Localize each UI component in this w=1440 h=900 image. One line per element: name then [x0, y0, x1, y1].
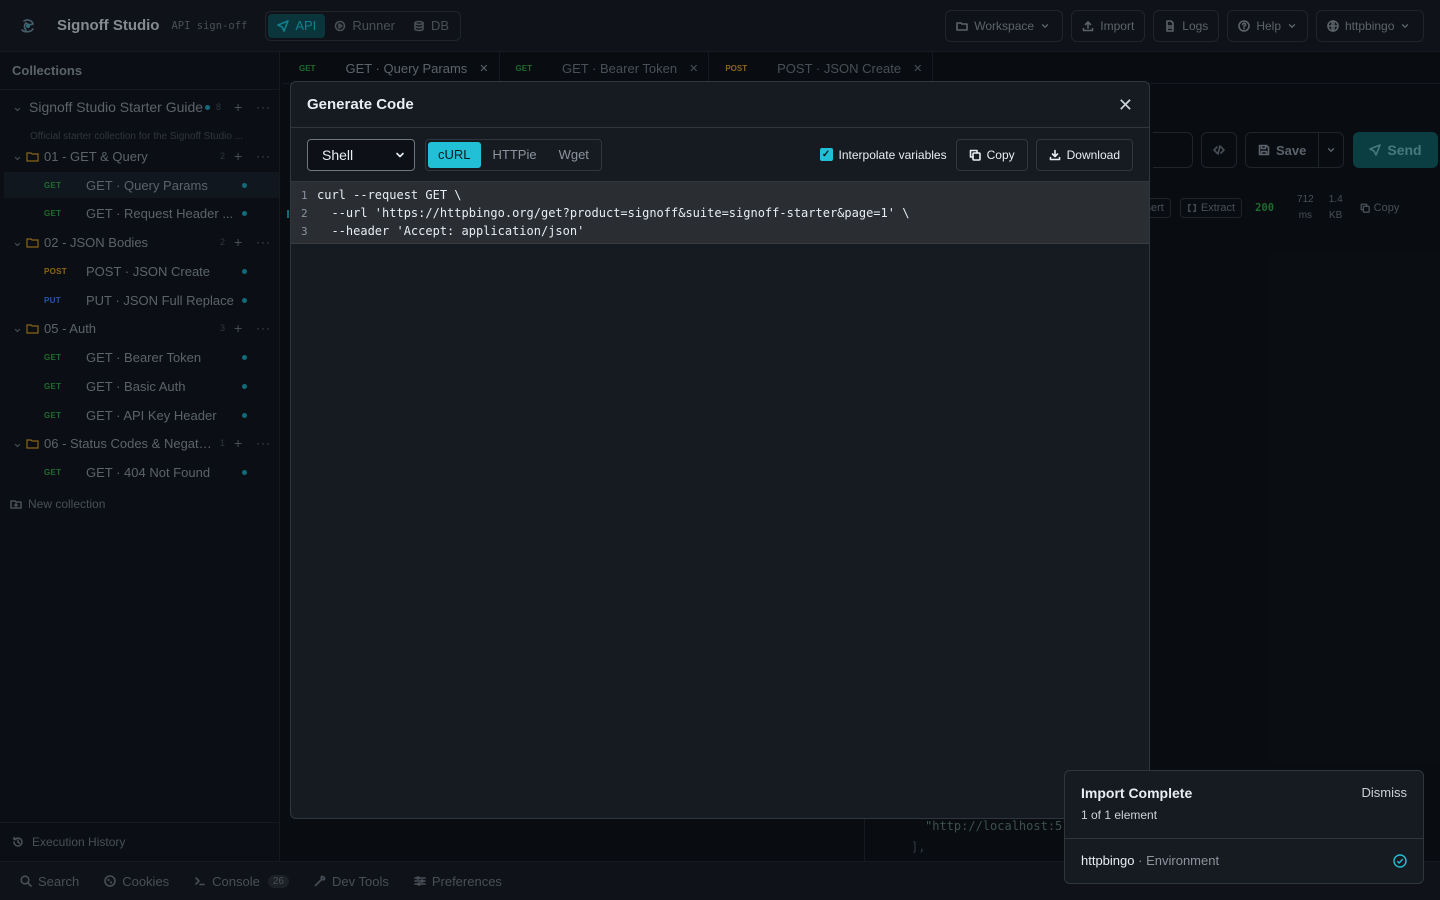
- toast-subtitle: 1 of 1 element: [1081, 808, 1158, 822]
- toast-item-type: Environment: [1146, 853, 1220, 868]
- dialog-actions: ✓ Interpolate variables Copy Download: [819, 138, 1133, 171]
- dismiss-button[interactable]: Dismiss: [1362, 785, 1408, 800]
- toast-item-separator: ·: [1138, 853, 1143, 868]
- close-icon[interactable]: ✕: [1118, 96, 1133, 114]
- variant-wget[interactable]: Wget: [549, 142, 599, 168]
- line-number: 1: [301, 188, 308, 202]
- code-line: 1 curl --request GET \: [291, 186, 1149, 204]
- interpolate-variables-checkbox[interactable]: ✓ Interpolate variables: [819, 147, 947, 162]
- line-number: 3: [301, 224, 308, 238]
- import-toast: Import Complete 1 of 1 element Dismiss h…: [1064, 770, 1424, 884]
- variant-switcher: cURL HTTPie Wget: [425, 138, 602, 171]
- dialog-toolbar: Shell cURL HTTPie Wget ✓ Interpolate var…: [291, 128, 1149, 182]
- toast-item-name: httpbingo: [1081, 853, 1135, 868]
- dialog-header: Generate Code ✕: [291, 82, 1149, 128]
- variant-httpie[interactable]: HTTPie: [483, 142, 547, 168]
- language-value: Shell: [322, 146, 354, 163]
- download-icon: [1049, 149, 1060, 160]
- code-line: 2 --url 'https://httpbingo.org/get?produ…: [291, 204, 1149, 222]
- toast-header: Import Complete 1 of 1 element Dismiss: [1065, 771, 1423, 839]
- code-line: 3 --header 'Accept: application/json': [291, 222, 1149, 240]
- copy-code-button[interactable]: Copy: [955, 138, 1028, 171]
- variant-curl[interactable]: cURL: [428, 141, 481, 168]
- toast-item: httpbingo · Environment: [1081, 853, 1219, 868]
- check-circle-icon: [1393, 854, 1407, 868]
- download-code-button[interactable]: Download: [1035, 138, 1133, 171]
- code-text: --header 'Accept: application/json': [317, 224, 585, 238]
- chevron-down-icon: [396, 152, 404, 157]
- line-number: 2: [301, 206, 308, 220]
- code-text: curl --request GET \: [317, 188, 462, 202]
- generate-code-dialog: Generate Code ✕ Shell cURL HTTPie Wget ✓…: [290, 81, 1150, 819]
- code-editor[interactable]: 1 curl --request GET \ 2 --url 'https://…: [291, 182, 1149, 244]
- toast-title: Import Complete: [1081, 785, 1193, 801]
- download-label: Download: [1066, 147, 1120, 162]
- checkmark-icon: ✓: [819, 148, 833, 161]
- copy-label: Copy: [986, 147, 1015, 162]
- dialog-title: Generate Code: [307, 96, 414, 113]
- language-select[interactable]: Shell: [307, 138, 415, 171]
- copy-icon: [969, 149, 981, 161]
- interpolate-label: Interpolate variables: [838, 147, 947, 162]
- code-text: --url 'https://httpbingo.org/get?product…: [317, 206, 910, 220]
